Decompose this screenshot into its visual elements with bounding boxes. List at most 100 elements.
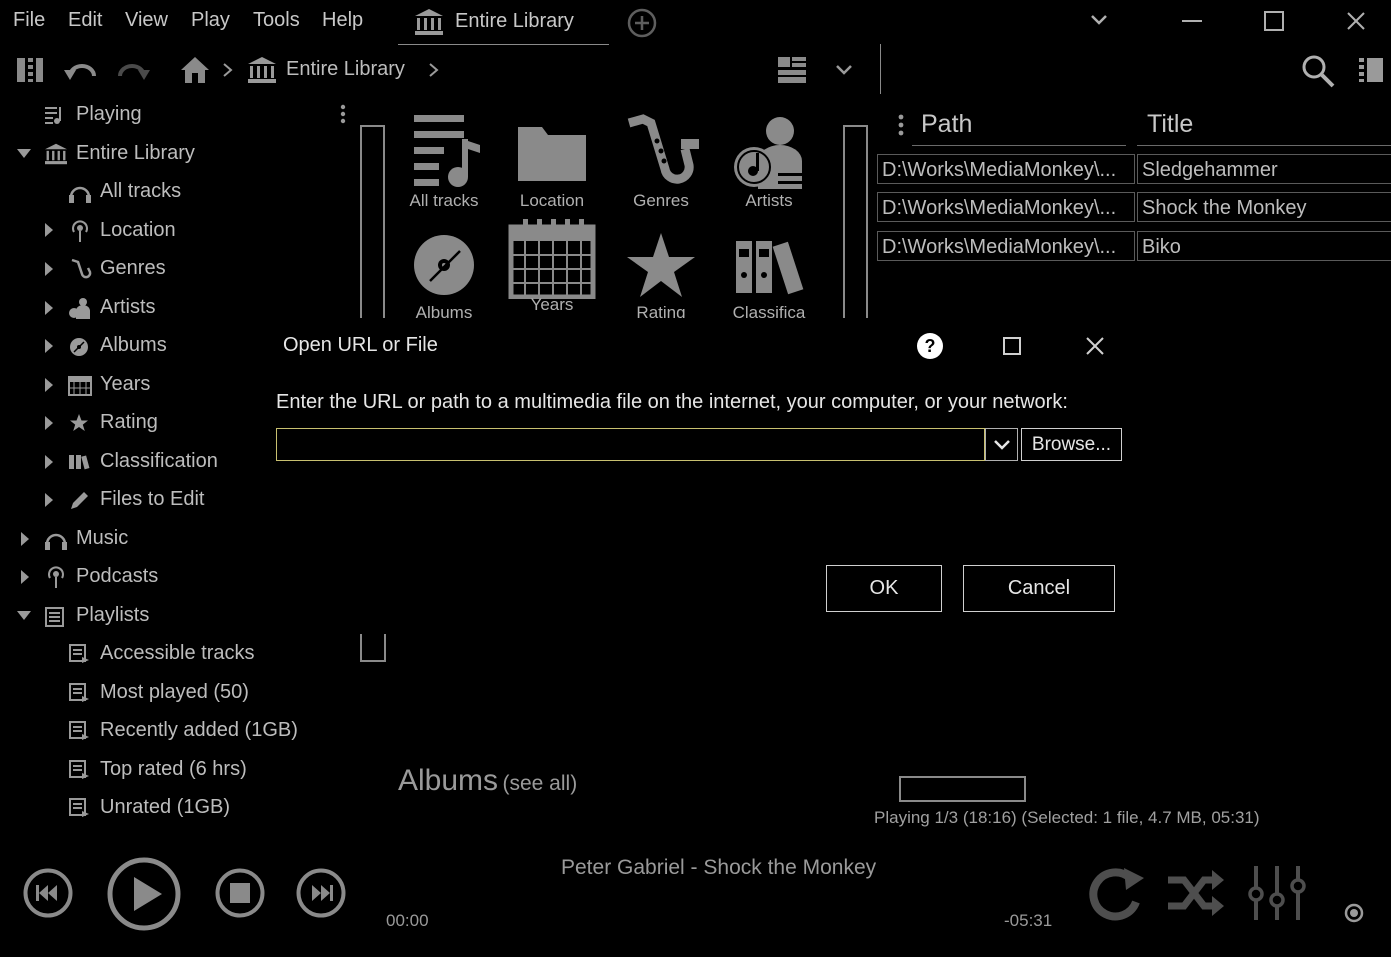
breadcrumb[interactable]: Entire Library bbox=[286, 58, 405, 81]
menu-file[interactable]: File bbox=[13, 9, 45, 32]
scroll-left-bracket[interactable] bbox=[360, 125, 385, 320]
tree-options-icon[interactable] bbox=[340, 104, 346, 124]
url-history-dropdown[interactable] bbox=[985, 428, 1018, 461]
stop-icon[interactable] bbox=[215, 868, 265, 918]
collapsed-arrow-icon[interactable] bbox=[44, 492, 54, 508]
binders-icon bbox=[724, 221, 814, 301]
tab-entire-library[interactable]: Entire Library bbox=[398, 0, 609, 45]
maximize-icon[interactable] bbox=[1264, 11, 1284, 31]
breadcrumb-next-icon[interactable] bbox=[428, 62, 440, 78]
expanded-arrow-icon[interactable] bbox=[16, 148, 32, 160]
column-options-icon[interactable] bbox=[898, 114, 904, 136]
expanded-arrow-icon[interactable] bbox=[16, 610, 32, 622]
tile-classification[interactable]: Classifica bbox=[719, 221, 819, 318]
horizontal-scrollbar[interactable] bbox=[899, 776, 1026, 802]
sidebar-item-label: All tracks bbox=[100, 180, 182, 202]
tab-label: Entire Library bbox=[455, 10, 574, 32]
column-header-title[interactable]: Title bbox=[1147, 110, 1193, 139]
add-tab-icon[interactable] bbox=[627, 8, 657, 38]
collapsed-arrow-icon[interactable] bbox=[20, 531, 30, 547]
binders-icon bbox=[68, 453, 92, 471]
equalizer-icon[interactable] bbox=[1248, 864, 1306, 922]
tile-years[interactable]: Years bbox=[502, 219, 602, 315]
saxophone-icon bbox=[68, 258, 92, 280]
album-disc-icon bbox=[68, 336, 90, 358]
sidebar-item-label: Classification bbox=[100, 450, 218, 472]
url-input-container[interactable] bbox=[276, 428, 985, 461]
close-icon[interactable] bbox=[1346, 11, 1366, 31]
all-tracks-icon bbox=[404, 109, 484, 189]
tile-label: Classifica bbox=[732, 303, 806, 318]
collapsed-arrow-icon[interactable] bbox=[44, 222, 54, 238]
toggle-right-pane-icon[interactable] bbox=[1358, 57, 1384, 83]
scroll-right-bracket[interactable] bbox=[843, 125, 868, 320]
url-input[interactable] bbox=[277, 429, 984, 460]
auto-playlist-icon bbox=[68, 720, 90, 742]
repeat-icon[interactable] bbox=[1086, 864, 1146, 922]
help-icon[interactable]: ? bbox=[916, 332, 944, 360]
cell-title: Shock the Monkey bbox=[1137, 192, 1391, 222]
collapsed-arrow-icon[interactable] bbox=[44, 261, 54, 277]
view-layout-icon[interactable] bbox=[777, 56, 807, 84]
tile-location[interactable]: Location bbox=[502, 109, 602, 211]
pencil-icon bbox=[68, 490, 90, 512]
cancel-button[interactable]: Cancel bbox=[963, 565, 1115, 612]
next-track-icon[interactable] bbox=[296, 868, 346, 918]
tile-rating[interactable]: Rating bbox=[611, 221, 711, 318]
playlist-icon bbox=[44, 606, 66, 628]
home-icon[interactable] bbox=[180, 56, 210, 84]
albums-section-header: Albums (see all) bbox=[398, 764, 577, 798]
tile-artists[interactable]: Artists bbox=[719, 109, 819, 211]
tile-albums[interactable]: Albums bbox=[394, 221, 494, 318]
shuffle-icon[interactable] bbox=[1166, 868, 1226, 918]
star-icon bbox=[68, 412, 90, 434]
library-icon bbox=[414, 8, 444, 36]
tile-all-tracks[interactable]: All tracks bbox=[394, 109, 494, 211]
cell-path: D:\Works\MediaMonkey\... bbox=[877, 154, 1135, 184]
collapsed-arrow-icon[interactable] bbox=[20, 569, 30, 585]
scroll-bracket-bottom[interactable] bbox=[360, 634, 386, 662]
column-header-path[interactable]: Path bbox=[921, 110, 972, 139]
pane-divider[interactable] bbox=[880, 44, 881, 94]
previous-track-icon[interactable] bbox=[23, 868, 73, 918]
calendar-icon bbox=[507, 215, 597, 299]
albums-see-all-link[interactable]: (see all) bbox=[503, 772, 578, 795]
dialog-close-icon[interactable] bbox=[1085, 336, 1105, 356]
view-options-chevron-icon[interactable] bbox=[835, 64, 853, 76]
browse-button[interactable]: Browse... bbox=[1021, 428, 1122, 461]
tile-label: Rating bbox=[636, 303, 686, 318]
collapsed-arrow-icon[interactable] bbox=[44, 377, 54, 393]
menu-play[interactable]: Play bbox=[191, 9, 230, 32]
undo-icon[interactable] bbox=[64, 58, 98, 82]
menu-tools[interactable]: Tools bbox=[253, 9, 300, 32]
remaining-time: -05:31 bbox=[1004, 911, 1053, 930]
redo-icon[interactable] bbox=[116, 58, 150, 82]
open-url-dialog: Open URL or File ? Enter the URL or path… bbox=[262, 318, 1137, 634]
collapsed-arrow-icon[interactable] bbox=[44, 415, 54, 431]
play-icon[interactable] bbox=[107, 857, 181, 931]
window-menu-chevron-icon[interactable] bbox=[1089, 13, 1109, 27]
search-icon[interactable] bbox=[1301, 54, 1335, 88]
menu-edit[interactable]: Edit bbox=[68, 9, 102, 32]
headphones-icon bbox=[68, 181, 92, 203]
status-dot-icon[interactable] bbox=[1344, 903, 1364, 923]
svg-text:?: ? bbox=[925, 336, 936, 356]
sidebar-item-label: Top rated (6 hrs) bbox=[100, 758, 247, 780]
minimize-icon[interactable] bbox=[1182, 20, 1202, 23]
dialog-maximize-icon[interactable] bbox=[1003, 337, 1021, 355]
menu-view[interactable]: View bbox=[125, 9, 168, 32]
sidebar-item-label: Files to Edit bbox=[100, 488, 205, 510]
sidebar-item-label: Genres bbox=[100, 257, 166, 279]
collapsed-arrow-icon[interactable] bbox=[44, 300, 54, 316]
sidebar-item-label: Playing bbox=[76, 103, 142, 125]
toggle-sidebar-icon[interactable] bbox=[16, 57, 44, 83]
collapsed-arrow-icon[interactable] bbox=[44, 338, 54, 354]
ok-button[interactable]: OK bbox=[826, 565, 942, 612]
menu-help[interactable]: Help bbox=[322, 9, 363, 32]
auto-playlist-icon bbox=[68, 797, 90, 819]
saxophone-icon bbox=[621, 109, 701, 189]
folder-icon bbox=[512, 109, 592, 189]
collapsed-arrow-icon[interactable] bbox=[44, 454, 54, 470]
auto-playlist-icon bbox=[68, 643, 90, 665]
tile-genres[interactable]: Genres bbox=[611, 109, 711, 211]
